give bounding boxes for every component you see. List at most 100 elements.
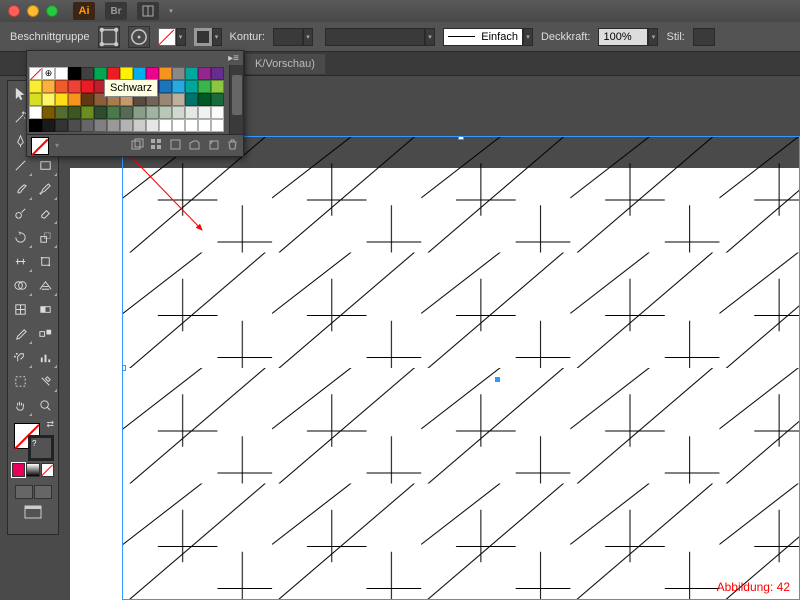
close-window[interactable] (8, 5, 20, 17)
swatch[interactable] (172, 93, 185, 106)
swatch[interactable] (159, 119, 172, 132)
swatch[interactable] (185, 67, 198, 80)
swatch[interactable] (120, 106, 133, 119)
swatch[interactable] (133, 119, 146, 132)
swatch[interactable] (68, 80, 81, 93)
swatch[interactable] (159, 106, 172, 119)
swatch[interactable] (185, 119, 198, 132)
zoom-tool[interactable] (33, 393, 58, 417)
color-mode-none[interactable] (41, 463, 54, 477)
color-mode-solid[interactable] (12, 463, 25, 477)
width-tool[interactable] (8, 249, 33, 273)
swatch[interactable] (211, 106, 224, 119)
selected-artwork[interactable] (122, 136, 800, 600)
fill-dropdown[interactable]: ▾ (176, 28, 186, 46)
mesh-tool[interactable] (8, 297, 33, 321)
swatch[interactable] (159, 93, 172, 106)
free-transform-tool[interactable] (33, 249, 58, 273)
draw-behind-mode[interactable] (34, 485, 52, 499)
swatch-kind-icon[interactable] (150, 138, 163, 154)
slice-tool[interactable] (33, 369, 58, 393)
transform-icon[interactable] (98, 26, 120, 48)
swap-fill-stroke-icon[interactable]: ⇄ (46, 419, 54, 430)
swatch[interactable] (55, 119, 68, 132)
swatch[interactable] (68, 93, 81, 106)
swatch-options-icon[interactable] (169, 138, 182, 154)
swatch[interactable] (185, 93, 198, 106)
arrange-dropdown[interactable]: ▾ (166, 2, 176, 20)
artboard-tool[interactable] (8, 369, 33, 393)
swatch[interactable] (185, 106, 198, 119)
swatch[interactable] (42, 80, 55, 93)
brush-selector[interactable] (325, 28, 425, 46)
draw-mode[interactable] (15, 485, 33, 499)
rotate-tool[interactable] (8, 225, 33, 249)
swatch[interactable] (198, 67, 211, 80)
swatch[interactable] (120, 119, 133, 132)
swatch[interactable] (81, 93, 94, 106)
swatch[interactable] (29, 119, 42, 132)
swatch[interactable] (42, 106, 55, 119)
swatch[interactable] (185, 80, 198, 93)
perspective-grid-tool[interactable] (33, 273, 58, 297)
swatch[interactable] (172, 119, 185, 132)
swatch[interactable] (29, 106, 42, 119)
swatch[interactable] (146, 119, 159, 132)
swatch[interactable] (55, 106, 68, 119)
panel-menu-icon[interactable]: ▸≡ (228, 53, 239, 64)
opacity-input[interactable] (598, 28, 648, 46)
swatch[interactable] (81, 80, 94, 93)
style-selector[interactable] (693, 28, 715, 46)
swatch[interactable] (81, 119, 94, 132)
swatch[interactable] (198, 80, 211, 93)
swatch[interactable] (68, 106, 81, 119)
swatch[interactable]: ⊕ (42, 67, 55, 80)
stroke-dropdown[interactable]: ▾ (212, 28, 222, 46)
swatch[interactable] (172, 106, 185, 119)
swatch[interactable] (211, 80, 224, 93)
swatch[interactable] (68, 67, 81, 80)
maximize-window[interactable] (46, 5, 58, 17)
swatch[interactable] (42, 93, 55, 106)
swatch[interactable] (29, 93, 42, 106)
align-icon[interactable] (128, 26, 150, 48)
swatch[interactable] (55, 93, 68, 106)
selection-handle[interactable] (122, 365, 126, 371)
swatch[interactable] (198, 93, 211, 106)
gradient-tool[interactable] (33, 297, 58, 321)
scale-tool[interactable] (33, 225, 58, 249)
swatch[interactable] (94, 119, 107, 132)
delete-swatch-icon[interactable] (226, 138, 239, 154)
swatch[interactable] (172, 67, 185, 80)
swatch[interactable] (133, 106, 146, 119)
screen-mode-button[interactable] (8, 501, 58, 526)
brush-dropdown[interactable]: ▾ (425, 28, 435, 46)
color-mode-gradient[interactable] (26, 463, 39, 477)
arrange-documents-button[interactable] (137, 2, 159, 20)
blend-tool[interactable] (33, 321, 58, 345)
minimize-window[interactable] (27, 5, 39, 17)
fill-stroke-control[interactable]: ⇄ ? (8, 417, 58, 461)
swatch[interactable] (211, 119, 224, 132)
swatch[interactable] (55, 80, 68, 93)
swatch[interactable] (198, 119, 211, 132)
symbol-sprayer-tool[interactable] (8, 345, 33, 369)
swatch[interactable] (68, 119, 81, 132)
swatch[interactable] (42, 119, 55, 132)
swatch[interactable] (159, 80, 172, 93)
document-tab[interactable]: K/Vorschau) (245, 54, 325, 74)
swatch[interactable] (159, 67, 172, 80)
opacity-dropdown[interactable]: ▾ (648, 28, 658, 46)
swatch-scrollbar[interactable] (229, 65, 243, 134)
pencil-tool[interactable] (33, 177, 58, 201)
swatch-libraries-icon[interactable] (131, 138, 144, 154)
stroke-weight-dropdown[interactable]: ▾ (303, 28, 313, 46)
new-swatch-icon[interactable] (207, 138, 220, 154)
swatch[interactable] (107, 106, 120, 119)
fill-swatch[interactable] (158, 28, 176, 46)
new-color-group-icon[interactable] (188, 138, 201, 154)
bridge-button[interactable]: Br (105, 2, 127, 20)
selection-handle[interactable] (458, 136, 464, 140)
hand-tool[interactable] (8, 393, 33, 417)
swatch[interactable] (94, 106, 107, 119)
